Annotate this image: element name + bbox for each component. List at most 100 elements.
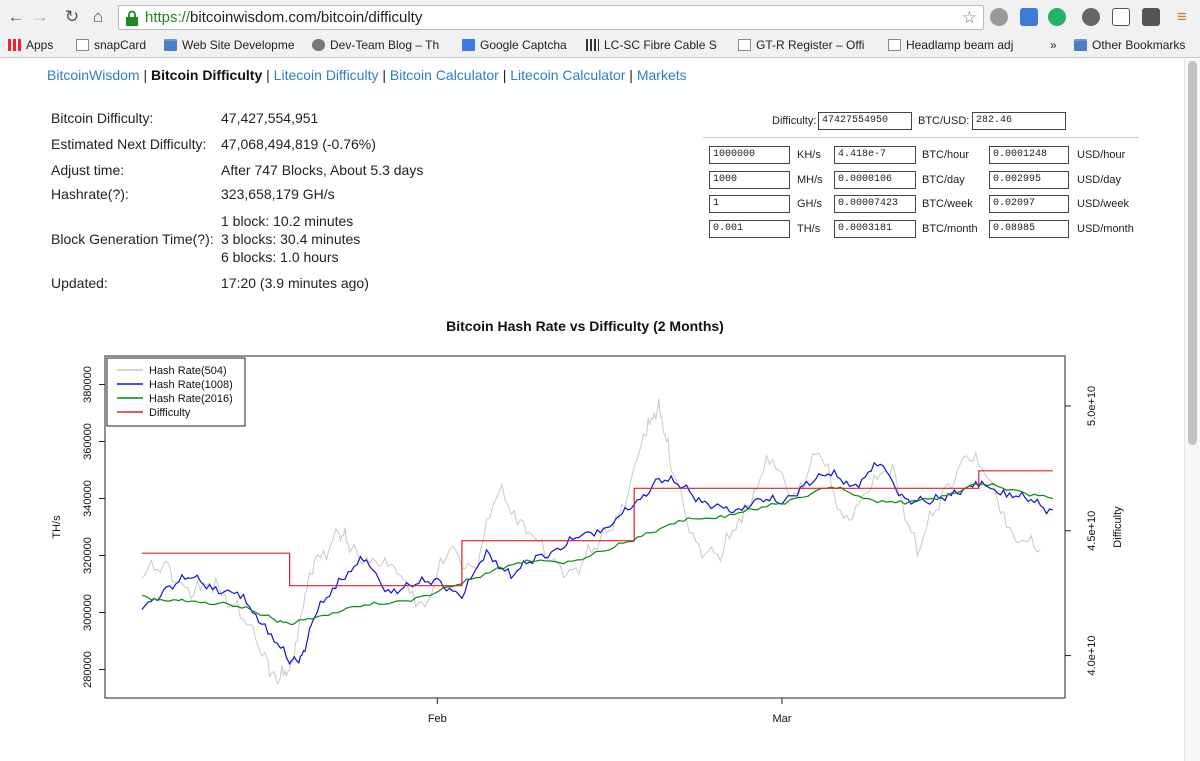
updated-label: Updated: bbox=[51, 275, 108, 291]
bookmark-apps[interactable]: Apps bbox=[8, 38, 68, 54]
url-text: https://bitcoinwisdom.com/bitcoin/diffic… bbox=[145, 9, 423, 26]
y-tick-label: 340000 bbox=[82, 480, 94, 517]
bookmark-dev-team-blog[interactable]: Dev-Team Blog – Th bbox=[312, 38, 448, 54]
y-tick-label: 280000 bbox=[82, 651, 94, 688]
difficulty-label: Bitcoin Difficulty: bbox=[51, 110, 154, 126]
nav-link-markets[interactable]: Markets bbox=[637, 67, 687, 83]
address-bar[interactable]: https://bitcoinwisdom.com/bitcoin/diffic… bbox=[118, 5, 984, 30]
y2-axis-label: Difficulty bbox=[1112, 506, 1124, 548]
nav-separator: | bbox=[625, 67, 637, 83]
calc-hash-input[interactable]: 1000000 bbox=[709, 146, 790, 164]
extension-icon[interactable] bbox=[1142, 8, 1160, 26]
series-difficulty bbox=[141, 470, 1053, 587]
extension-icon[interactable] bbox=[1112, 8, 1130, 26]
next-difficulty-value: 47,068,494,819 (-0.76%) bbox=[221, 136, 376, 152]
calc-btc-input[interactable]: 0.00007423 bbox=[834, 195, 916, 213]
calc-btc-input[interactable]: 0.0003181 bbox=[834, 220, 916, 238]
bookmark-lc-sc-fibre-cable[interactable]: LC-SC Fibre Cable S bbox=[586, 38, 722, 54]
block-time-3: 3 blocks: 30.4 minutes bbox=[221, 231, 361, 247]
calc-hash-input[interactable]: 1000 bbox=[709, 171, 790, 189]
y2-tick-label: 4.0e+10 bbox=[1086, 636, 1098, 676]
bookmark-other-bookmarks[interactable]: Other Bookmarks bbox=[1074, 38, 1194, 54]
calc-usd-input[interactable]: 0.0001248 bbox=[989, 146, 1069, 164]
bookmark-web-site-development[interactable]: Web Site Developme bbox=[164, 38, 302, 54]
extension-icon[interactable] bbox=[1082, 8, 1100, 26]
bookmarks-overflow-chevron[interactable]: » bbox=[1050, 38, 1064, 54]
menu-icon[interactable]: ≡ bbox=[1172, 7, 1192, 27]
series-hash-rate-1008 bbox=[141, 461, 1053, 666]
nav-separator: | bbox=[498, 67, 511, 83]
calc-hash-unit: GH/s bbox=[797, 198, 823, 210]
block-time-6: 6 blocks: 1.0 hours bbox=[221, 249, 339, 265]
lock-icon bbox=[126, 10, 138, 26]
calc-usd-input[interactable]: 0.02097 bbox=[989, 195, 1069, 213]
calc-hash-input[interactable]: 1 bbox=[709, 195, 790, 213]
folder-icon bbox=[164, 39, 177, 51]
calc-usd-input[interactable]: 0.002995 bbox=[989, 171, 1069, 189]
hashrate-difficulty-chart: 280000 300000 320000 340000 360000 380000 TH/s… bbox=[51, 355, 1124, 725]
page-icon bbox=[738, 39, 751, 51]
back-arrow-icon[interactable]: ← bbox=[6, 7, 26, 27]
legend-label: Hash Rate(504) bbox=[149, 365, 227, 377]
calc-hash-unit: MH/s bbox=[797, 174, 823, 186]
nav-separator: | bbox=[262, 67, 274, 83]
nav-link-bitcoinwisdom[interactable]: BitcoinWisdom bbox=[47, 67, 140, 83]
apps-grid-icon bbox=[8, 39, 21, 51]
page-scrollbar[interactable] bbox=[1184, 59, 1200, 761]
cable-icon bbox=[586, 39, 599, 51]
block-generation-label: Block Generation Time(?): bbox=[51, 231, 214, 247]
bookmark-star-icon[interactable]: ☆ bbox=[962, 8, 977, 28]
page-icon bbox=[888, 39, 901, 51]
calc-btc-unit: BTC/week bbox=[922, 198, 973, 210]
legend-label: Difficulty bbox=[149, 407, 191, 419]
browser-toolbar: ← → ↻ ⌂ https://bitcoinwisdom.com/bitcoi… bbox=[0, 0, 1200, 34]
extension-icon[interactable] bbox=[1048, 8, 1066, 26]
page-icon bbox=[76, 39, 89, 51]
calc-usd-input[interactable]: 0.08985 bbox=[989, 220, 1069, 238]
y-axis-label: TH/s bbox=[51, 515, 63, 539]
bookmark-snapcard[interactable]: snapCard bbox=[76, 38, 156, 54]
adjust-time-label: Adjust time: bbox=[51, 162, 125, 178]
calc-btc-unit: BTC/hour bbox=[922, 149, 970, 161]
nav-current-bitcoin-difficulty: Bitcoin Difficulty bbox=[151, 67, 263, 83]
nav-separator: | bbox=[139, 67, 152, 83]
calc-hash-unit: TH/s bbox=[797, 223, 821, 235]
extension-icon[interactable] bbox=[990, 8, 1008, 26]
calc-btc-unit: BTC/day bbox=[922, 174, 965, 186]
x-tick-label: Mar bbox=[772, 713, 791, 725]
home-icon[interactable]: ⌂ bbox=[88, 7, 108, 27]
nav-separator: | bbox=[378, 67, 390, 83]
bookmark-headlamp-beam[interactable]: Headlamp beam adj bbox=[888, 38, 1018, 54]
chart-title: Bitcoin Hash Rate vs Difficulty (2 Month… bbox=[446, 318, 724, 334]
nav-link-bitcoin-calculator[interactable]: Bitcoin Calculator bbox=[390, 67, 499, 83]
next-difficulty-label: Estimated Next Difficulty: bbox=[51, 136, 207, 152]
calc-usd-unit: USD/month bbox=[1077, 223, 1134, 235]
nav-link-litecoin-difficulty[interactable]: Litecoin Difficulty bbox=[274, 67, 379, 83]
calc-btcusd-label: BTC/USD: bbox=[918, 115, 970, 127]
blog-icon bbox=[312, 39, 325, 51]
calc-btc-unit: BTC/month bbox=[922, 223, 978, 235]
folder-icon bbox=[1074, 39, 1087, 51]
calc-difficulty-label: Difficulty: bbox=[772, 115, 817, 127]
scrollbar-thumb[interactable] bbox=[1188, 61, 1197, 445]
reload-icon[interactable]: ↻ bbox=[62, 7, 82, 27]
extension-icon[interactable] bbox=[1020, 8, 1038, 26]
nav-link-litecoin-calculator[interactable]: Litecoin Calculator bbox=[510, 67, 625, 83]
calc-usd-unit: USD/hour bbox=[1077, 149, 1126, 161]
updated-value: 17:20 (3.9 minutes ago) bbox=[221, 275, 369, 291]
bookmark-gt-r-register[interactable]: GT-R Register – Offi bbox=[738, 38, 874, 54]
y-tick-label: 380000 bbox=[82, 366, 94, 403]
y-tick-label: 320000 bbox=[82, 537, 94, 574]
calc-hash-input[interactable]: 0.001 bbox=[709, 220, 790, 238]
y-tick-label: 300000 bbox=[82, 594, 94, 631]
bookmarks-bar: Apps snapCard Web Site Developme Dev-Tea… bbox=[0, 34, 1200, 58]
calc-btcusd-input[interactable]: 282.46 bbox=[972, 112, 1066, 130]
calc-btc-input[interactable]: 4.418e-7 bbox=[834, 146, 916, 164]
difficulty-value: 47,427,554,951 bbox=[221, 110, 319, 126]
calc-usd-unit: USD/day bbox=[1077, 174, 1122, 186]
y2-tick-label: 4.5e+10 bbox=[1086, 511, 1098, 551]
calc-btc-input[interactable]: 0.0000106 bbox=[834, 171, 916, 189]
bookmark-google-captcha[interactable]: Google Captcha bbox=[462, 38, 582, 54]
forward-arrow-icon[interactable]: → bbox=[30, 7, 50, 27]
calc-difficulty-input[interactable]: 47427554950 bbox=[818, 112, 912, 130]
